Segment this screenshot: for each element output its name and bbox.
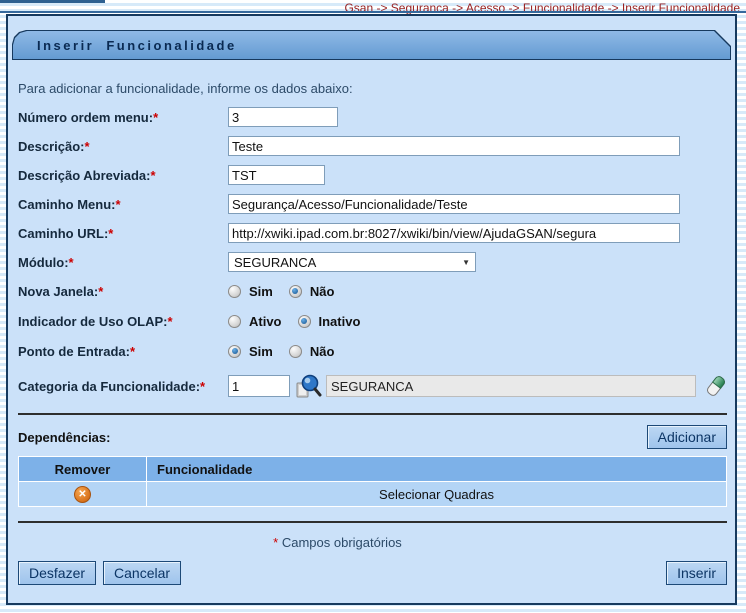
required-asterisk: * [130,344,135,359]
form-row-caminho-url: Caminho URL:* [18,223,727,243]
nova-janela-label: Nova Janela:* [18,284,228,299]
required-asterisk: * [84,139,89,154]
remove-icon[interactable]: ✕ [74,486,91,503]
dependencias-table: Remover Funcionalidade ✕ Selecionar Quad… [18,456,727,507]
caminho-url-label: Caminho URL:* [18,226,228,241]
action-buttons-row: Desfazer Cancelar Inserir [18,561,727,585]
table-header-row: Remover Funcionalidade [19,457,726,481]
required-asterisk: * [273,535,278,550]
nova-janela-radiogroup: Sim Não [228,284,350,299]
caminho-url-input[interactable] [228,223,680,243]
required-asterisk: * [200,379,205,394]
top-divider [0,11,746,13]
form-row-indicador-olap: Indicador de Uso OLAP:* Ativo Inativo [18,311,727,331]
header-remover: Remover [19,457,146,481]
separator-line-bottom [18,521,727,523]
adicionar-button[interactable]: Adicionar [647,425,727,449]
required-asterisk: * [116,197,121,212]
caminho-menu-input[interactable] [228,194,680,214]
categoria-lookup-button[interactable] [295,373,322,400]
ponto-entrada-sim-radio[interactable] [228,345,241,358]
required-asterisk: * [150,168,155,183]
required-fields-note: * Campos obrigatórios [18,535,657,550]
dependencias-header: Dependências: Adicionar [18,425,727,449]
form-row-ponto-entrada: Ponto de Entrada:* Sim Não [18,341,727,361]
form-row-modulo: Módulo:* SEGURANCA ▼ [18,252,727,272]
nova-janela-sim-label: Sim [249,284,273,299]
nova-janela-nao-radio[interactable] [289,285,302,298]
descricao-input[interactable] [228,136,680,156]
modulo-selected-value: SEGURANCA [234,255,316,270]
top-accent-bar [0,0,105,3]
indicador-olap-inativo-label: Inativo [319,314,361,329]
required-asterisk: * [168,314,173,329]
form-row-categoria: Categoria da Funcionalidade:* [18,374,727,398]
form-row-descricao: Descrição:* [18,136,727,156]
modulo-select[interactable]: SEGURANCA ▼ [228,252,476,272]
indicador-olap-inativo-radio[interactable] [298,315,311,328]
indicador-olap-label: Indicador de Uso OLAP:* [18,314,228,329]
form-row-numero-ordem: Número ordem menu:* [18,107,727,127]
page-title-bar: Inserir Funcionalidade [12,30,731,60]
indicador-olap-ativo-label: Ativo [249,314,282,329]
categoria-nome-field [326,375,696,397]
required-note-text: Campos obrigatórios [282,535,402,550]
ponto-entrada-nao-label: Não [310,344,335,359]
required-asterisk: * [108,226,113,241]
categoria-clear-button[interactable] [705,373,727,399]
eraser-icon [705,373,727,399]
indicador-olap-radiogroup: Ativo Inativo [228,314,376,329]
descricao-label: Descrição:* [18,139,228,154]
magnifier-icon [295,373,322,400]
required-asterisk: * [153,110,158,125]
desfazer-button[interactable]: Desfazer [18,561,96,585]
ponto-entrada-label: Ponto de Entrada:* [18,344,228,359]
form-row-nova-janela: Nova Janela:* Sim Não [18,281,727,301]
indicador-olap-ativo-radio[interactable] [228,315,241,328]
categoria-codigo-input[interactable] [228,375,290,397]
numero-ordem-menu-input[interactable] [228,107,338,127]
cell-remover: ✕ [19,482,146,506]
dependencias-label: Dependências: [18,430,110,445]
required-asterisk: * [69,255,74,270]
cancelar-button[interactable]: Cancelar [103,561,181,585]
form-row-descricao-abreviada: Descrição Abreviada:* [18,165,727,185]
chevron-down-icon: ▼ [462,258,470,267]
nova-janela-nao-label: Não [310,284,335,299]
cell-funcionalidade: Selecionar Quadras [147,482,726,506]
nova-janela-sim-radio[interactable] [228,285,241,298]
main-panel: Inserir Funcionalidade Para adicionar a … [6,14,737,605]
required-asterisk: * [98,284,103,299]
intro-text: Para adicionar a funcionalidade, informe… [18,81,727,96]
modulo-label: Módulo:* [18,255,228,270]
table-row: ✕ Selecionar Quadras [19,482,726,506]
page-title: Inserir Funcionalidade [37,38,237,53]
ponto-entrada-nao-radio[interactable] [289,345,302,358]
inserir-button[interactable]: Inserir [666,561,727,585]
numero-ordem-label: Número ordem menu:* [18,110,228,125]
ponto-entrada-radiogroup: Sim Não [228,344,350,359]
descricao-abreviada-label: Descrição Abreviada:* [18,168,228,183]
caminho-menu-label: Caminho Menu:* [18,197,228,212]
ponto-entrada-sim-label: Sim [249,344,273,359]
descricao-abreviada-input[interactable] [228,165,325,185]
categoria-label: Categoria da Funcionalidade:* [18,379,228,394]
form-row-caminho-menu: Caminho Menu:* [18,194,727,214]
header-funcionalidade: Funcionalidade [147,457,726,481]
separator-line [18,413,727,415]
